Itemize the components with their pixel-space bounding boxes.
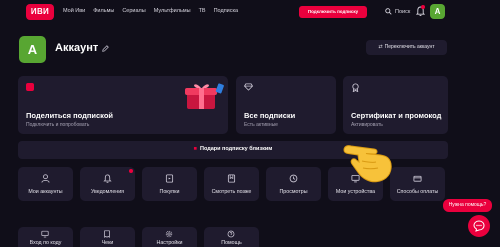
tile-help[interactable]: Помощь	[204, 227, 259, 247]
all-subscriptions-card[interactable]: Все подписки Есть активные	[236, 76, 336, 134]
tile-label: Смотреть позже	[211, 189, 252, 195]
tile-label: Настройки	[156, 240, 183, 246]
history-icon	[289, 174, 298, 183]
nav-item-movies[interactable]: Фильмы	[93, 8, 114, 14]
subscriptions-card-subtitle: Есть активные	[244, 122, 278, 128]
tv-code-icon	[41, 230, 49, 238]
account-title-text: Аккаунт	[55, 42, 99, 54]
payment-icon	[413, 175, 422, 182]
search-icon	[385, 8, 392, 15]
main-nav: Мой Иви Фильмы Сериалы Мультфильмы ТВ По…	[63, 8, 238, 14]
help-chat-button[interactable]	[468, 215, 490, 237]
receipt-icon	[104, 230, 110, 238]
ivi-badge-icon	[26, 83, 34, 91]
tile-receipts[interactable]: Чеки	[80, 227, 135, 247]
tile-watch-later[interactable]: Смотреть позже	[204, 167, 259, 201]
search-button[interactable]: Поиск	[385, 8, 410, 15]
nav-item-tv[interactable]: ТВ	[199, 8, 206, 14]
gift-box-icon	[185, 83, 224, 109]
small-gift-icon: ■	[193, 146, 197, 152]
certificate-icon	[352, 83, 359, 92]
tile-login-by-code[interactable]: Вход по коду	[18, 227, 73, 247]
help-icon	[227, 230, 235, 238]
edit-pencil-icon[interactable]	[102, 44, 110, 52]
tile-label: Способы оплаты	[396, 189, 439, 195]
tile-label: Чеки	[101, 240, 114, 246]
tile-label: Помощь	[221, 240, 242, 246]
nav-item-my-ivi[interactable]: Мой Иви	[63, 8, 85, 14]
help-tooltip[interactable]: Нужна помощь?	[443, 199, 492, 212]
account-avatar: A	[19, 36, 46, 63]
user-icon	[41, 174, 50, 183]
switch-account-label: Переключить аккаунт	[384, 44, 435, 50]
ivi-logo[interactable]: ИВИ	[26, 4, 54, 20]
tile-label: Вход по коду	[29, 240, 62, 246]
tile-label: Уведомления	[90, 189, 125, 195]
search-label: Поиск	[395, 8, 411, 15]
tile-notifications[interactable]: Уведомления	[80, 167, 135, 201]
switch-account-button[interactable]: ⇄ Переключить аккаунт	[366, 40, 447, 55]
purchases-icon	[165, 174, 174, 183]
gift-banner-text: Подари подписку близким	[199, 146, 273, 152]
tile-purchases[interactable]: Покупки	[142, 167, 197, 201]
certificate-promo-card[interactable]: Сертификат и промокод Активировать	[343, 76, 448, 134]
nav-item-series[interactable]: Сериалы	[122, 8, 145, 14]
header-avatar[interactable]: A	[430, 4, 445, 19]
bell-icon	[103, 174, 112, 183]
pointing-hand-icon	[343, 145, 392, 183]
tile-label: Мои аккаунты	[28, 189, 63, 195]
certificate-card-title: Сертификат и промокод	[351, 111, 442, 120]
notifications-dot	[129, 169, 133, 173]
account-title: Аккаунт	[55, 42, 110, 54]
subscribe-button[interactable]: Подключить подписку	[299, 6, 367, 18]
share-subscription-card[interactable]: Поделиться подпиской Подключить и попроб…	[18, 76, 228, 134]
bookmark-icon	[227, 174, 236, 183]
share-card-subtitle: Подключить и попробовать	[26, 122, 90, 128]
tile-label: Мои устройства	[335, 189, 376, 195]
tile-label: Покупки	[159, 189, 180, 195]
switch-arrows-icon: ⇄	[378, 44, 383, 50]
tile-settings[interactable]: Настройки	[142, 227, 197, 247]
diamond-icon	[244, 83, 253, 91]
subscriptions-card-title: Все подписки	[244, 111, 296, 120]
tile-label: Просмотры	[279, 189, 308, 195]
share-card-title: Поделиться подпиской	[26, 111, 114, 120]
top-header: ИВИ Мой Иви Фильмы Сериалы Мультфильмы Т…	[0, 0, 500, 26]
gear-icon	[165, 230, 173, 238]
tile-history[interactable]: Просмотры	[266, 167, 321, 201]
nav-item-cartoons[interactable]: Мультфильмы	[154, 8, 191, 14]
tile-my-accounts[interactable]: Мои аккаунты	[18, 167, 73, 201]
nav-item-subscription[interactable]: Подписка	[214, 8, 239, 14]
notification-dot	[421, 5, 425, 9]
chat-icon	[473, 220, 485, 232]
